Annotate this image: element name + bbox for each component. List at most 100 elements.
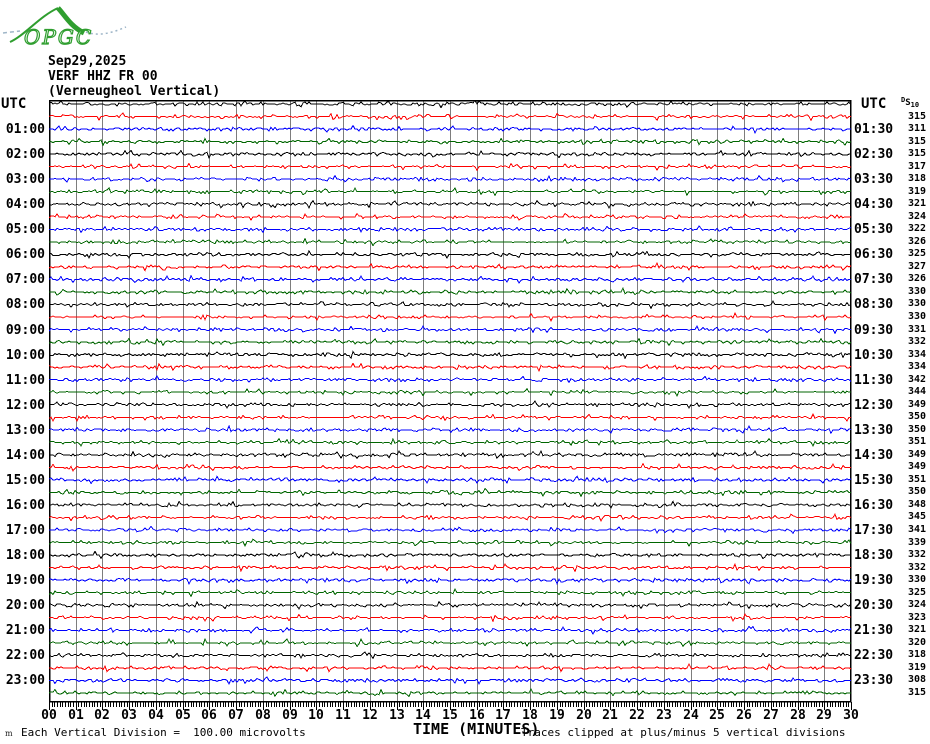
hour-label-left: 17:00 [5,523,45,538]
title-station-desc: (Verneugheol Vertical) [48,84,221,99]
hour-label-right: 17:30 [854,523,894,538]
hour-label-left: 02:00 [5,147,45,162]
hour-label-right: 19:30 [854,573,894,588]
logo-text: OPGC [24,25,93,49]
footer-mark: m [5,729,13,738]
ds10-value: 331 [907,324,926,335]
ds10-value: 321 [907,624,926,635]
hour-label-right: 03:30 [854,172,894,187]
hour-label-left: 10:00 [5,348,45,363]
ds10-value: 332 [907,549,926,560]
title-station: VERF HHZ FR 00 [48,69,158,84]
minute-label: 30 [843,708,859,723]
hour-label-right: 15:30 [854,473,894,488]
hour-label-right: 12:30 [854,398,894,413]
ds10-value: 351 [907,436,926,447]
ds10-value: 308 [907,674,926,685]
hour-label-right: 11:30 [854,373,894,388]
minute-label: 11 [335,708,351,723]
hour-label-left: 12:00 [5,398,45,413]
minute-label: 28 [790,708,806,723]
ds10-value: 349 [907,449,926,460]
hour-label-left: 03:00 [5,172,45,187]
hour-label-right: 20:30 [854,598,894,613]
ds10-value: 334 [907,349,926,360]
ds10-value: 350 [907,486,926,497]
title-date: Sep29,2025 [48,54,127,69]
hour-label-left: 16:00 [5,498,45,513]
ds10-value: 322 [907,223,926,234]
hour-label-left: 20:00 [5,598,45,613]
hour-label-right: 05:30 [854,222,894,237]
minute-label: 09 [282,708,298,723]
ds10-value: 319 [907,186,926,197]
ds10-value: 315 [907,136,926,147]
hour-label-right: 22:30 [854,648,894,663]
hour-label-left: 21:00 [5,623,45,638]
minute-label: 10 [308,708,324,723]
hour-label-right: 16:30 [854,498,894,513]
minute-label: 27 [763,708,779,723]
ds10-value: 324 [907,599,926,610]
minute-label: 18 [522,708,538,723]
ds10-value: 349 [907,399,926,410]
hour-label-right: 21:30 [854,623,894,638]
ds10-value: 334 [907,361,926,372]
hour-label-left: 15:00 [5,473,45,488]
ds10-value: 326 [907,273,926,284]
ds10-header: DS10 [901,96,919,109]
minute-label: 26 [736,708,752,723]
hour-label-left: 19:00 [5,573,45,588]
minute-label: 14 [415,708,431,723]
ds10-value: 351 [907,474,926,485]
ds10-value: 318 [907,649,926,660]
minute-label: 17 [495,708,511,723]
opgc-logo: OPGC [2,6,127,50]
hour-label-left: 09:00 [5,323,45,338]
minute-label: 03 [121,708,137,723]
helicorder-plot [49,100,852,710]
minute-label: 21 [602,708,618,723]
minute-label: 22 [629,708,645,723]
ds10-value: 315 [907,687,926,698]
hour-label-right: 02:30 [854,147,894,162]
hour-label-left: 23:00 [5,673,45,688]
hour-label-right: 23:30 [854,673,894,688]
ds10-value: 332 [907,336,926,347]
utc-header-right: UTC [861,96,887,112]
ds10-value: 349 [907,461,926,472]
ds10-value: 348 [907,499,926,510]
ds10-value: 341 [907,524,926,535]
minute-label: 24 [683,708,699,723]
hour-label-left: 13:00 [5,423,45,438]
minute-label: 02 [94,708,110,723]
hour-label-right: 04:30 [854,197,894,212]
clip-note: Traces clipped at plus/minus 5 vertical … [521,726,846,739]
ds10-value: 330 [907,298,926,309]
division-note: Each Vertical Division = 100.00 microvol… [21,726,306,739]
ds10-value: 319 [907,662,926,673]
hour-label-right: 08:30 [854,297,894,312]
ds10-value: 332 [907,562,926,573]
hour-label-right: 10:30 [854,348,894,363]
ds10-value: 325 [907,248,926,259]
ds10-value: 323 [907,612,926,623]
hour-label-right: 01:30 [854,122,894,137]
hour-label-left: 22:00 [5,648,45,663]
ds10-value: 321 [907,198,926,209]
minute-label: 15 [442,708,458,723]
ds10-value: 327 [907,261,926,272]
ds10-value: 318 [907,173,926,184]
minute-label: 04 [148,708,164,723]
minute-label: 29 [816,708,832,723]
ds10-value: 330 [907,574,926,585]
hour-label-left: 01:00 [5,122,45,137]
minute-label: 07 [228,708,244,723]
ds10-header-sub: 10 [910,101,920,109]
ds10-value: 339 [907,537,926,548]
minute-label: 16 [469,708,485,723]
ds10-value: 311 [907,123,926,134]
ds10-value: 350 [907,411,926,422]
minute-label: 06 [201,708,217,723]
hour-label-left: 18:00 [5,548,45,563]
